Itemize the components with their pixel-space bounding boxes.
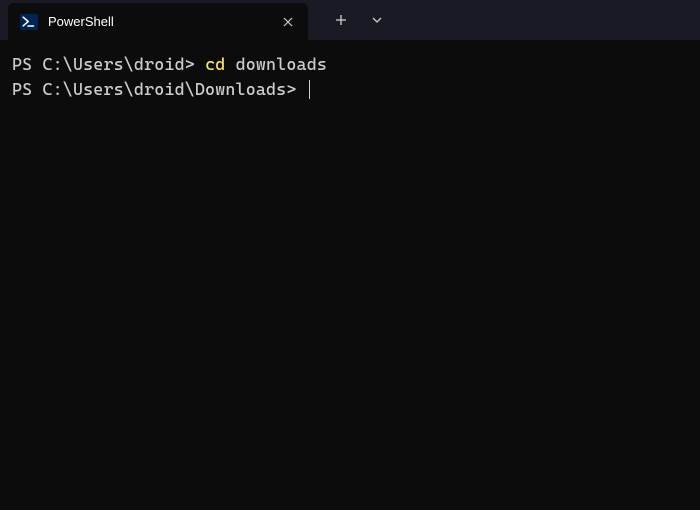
plus-icon: [335, 14, 347, 26]
terminal-line: PS C:\Users\droid> cd downloads: [12, 52, 688, 77]
chevron-down-icon: [371, 14, 383, 26]
powershell-icon: [20, 13, 38, 31]
title-actions: [308, 0, 394, 40]
command-arg: downloads: [236, 54, 327, 74]
prompt-text: PS C:\Users\droid>: [12, 54, 195, 74]
tab-dropdown-button[interactable]: [360, 0, 394, 40]
close-tab-button[interactable]: [278, 12, 298, 32]
command-text: cd: [205, 54, 225, 74]
prompt-text: PS C:\Users\droid\Downloads>: [12, 79, 297, 99]
text-cursor: [309, 80, 310, 99]
terminal-line: PS C:\Users\droid\Downloads>: [12, 77, 688, 102]
new-tab-button[interactable]: [324, 0, 358, 40]
terminal-body[interactable]: PS C:\Users\droid> cd downloads PS C:\Us…: [0, 40, 700, 113]
tab-title: PowerShell: [48, 14, 268, 29]
titlebar: PowerShell: [0, 0, 700, 40]
close-icon: [283, 17, 293, 27]
active-tab[interactable]: PowerShell: [8, 3, 308, 40]
